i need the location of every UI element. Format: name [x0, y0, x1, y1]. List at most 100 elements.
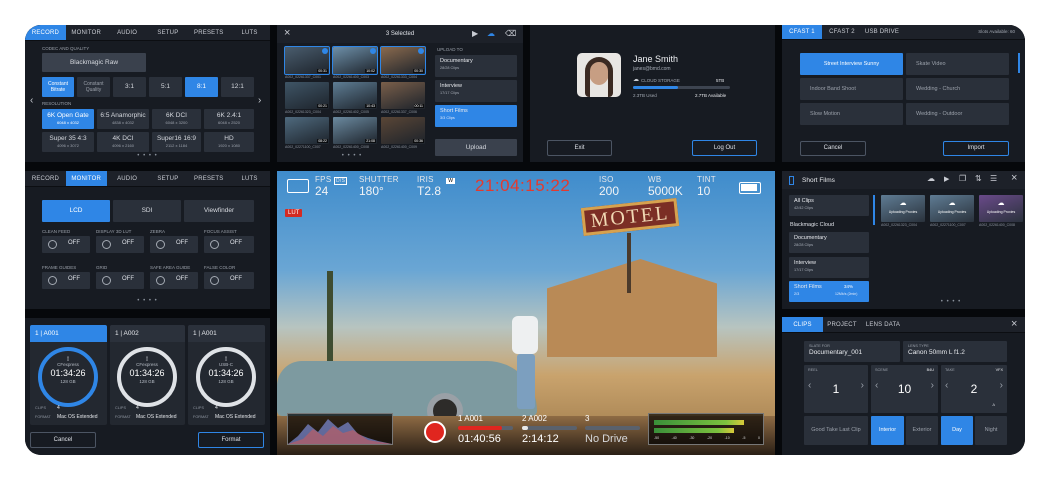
resolution-option[interactable]: Super16 16:9 2112 x 1184	[152, 132, 201, 152]
cloud-upload-icon[interactable]: ☁	[487, 29, 495, 38]
tab-cfast-1[interactable]: CFAST 1	[782, 25, 822, 39]
media-card[interactable]: 1 | A002 ▯ CFexpress 01:34:26 128 GB	[110, 325, 185, 425]
constant-bitrate-button[interactable]: Constant Bitrate	[42, 77, 74, 97]
constant-quality-button[interactable]: Constant Quality	[77, 77, 110, 97]
clip-thumbnail[interactable]: 08:22	[285, 117, 329, 144]
resolution-option[interactable]: 6:5 Anamorphic 4838 x 4032	[97, 109, 149, 129]
tab-presets[interactable]: PRESETS	[188, 25, 229, 40]
copy-icon[interactable]: ❐	[959, 174, 966, 183]
tab-clips[interactable]: CLIPS	[782, 317, 823, 332]
cancel-button[interactable]: Cancel	[800, 141, 866, 156]
preset-item[interactable]: Wedding - Outdoor	[906, 103, 1009, 125]
take-stepper[interactable]: TAKE VFX ‹ 2 A ›	[941, 365, 1007, 413]
cloud-folder-item[interactable]: Short Films 2/3 34% 12Mb/s (2min)	[789, 281, 869, 302]
clip-thumbnail[interactable]: ☁ Uploading Proxies	[930, 195, 974, 222]
format-button[interactable]: Format	[198, 432, 264, 448]
upload-button[interactable]: Upload	[435, 139, 517, 156]
tab-setup[interactable]: SETUP	[147, 171, 188, 186]
tab-lens-data[interactable]: LENS DATA	[861, 317, 905, 332]
cancel-button[interactable]: Cancel	[30, 432, 96, 448]
interior-button[interactable]: Interior	[871, 416, 904, 445]
cloud-folder-item[interactable]: Documentary 28/28 Clips	[789, 232, 869, 253]
codec-button[interactable]: Blackmagic Raw	[42, 53, 146, 72]
preset-item[interactable]: Wedding - Church	[906, 78, 1009, 100]
frame-guides-toggle[interactable]: OFF	[42, 272, 90, 289]
clip-thumbnail[interactable]: 00:21	[285, 82, 329, 109]
media-card[interactable]: 1 | A001 ▯ CFexpress 01:34:26 128 GB	[30, 325, 107, 425]
tab-usb-drive[interactable]: USB DRIVE	[862, 25, 902, 39]
night-button[interactable]: Night	[975, 416, 1007, 445]
lens-field[interactable]: LENS TYPE Canon 50mm L f1.2	[903, 341, 1007, 362]
sidebar-icon[interactable]	[789, 176, 794, 185]
chevron-right-icon[interactable]: ›	[931, 380, 934, 391]
cloud-icon[interactable]: ☁	[927, 174, 935, 183]
chevron-right-icon[interactable]: ›	[861, 380, 864, 391]
close-icon[interactable]: ×	[1011, 318, 1017, 330]
tab-luts[interactable]: LUTS	[229, 171, 270, 186]
clip-thumbnail[interactable]: 00:11	[381, 82, 425, 109]
safe-area-guide-toggle[interactable]: OFF	[150, 272, 198, 289]
clean-feed-toggle[interactable]: OFF	[42, 236, 90, 253]
ratio-5-1[interactable]: 5:1	[149, 77, 182, 97]
upload-folder-item[interactable]: Interview 17/17 Clips	[435, 80, 517, 102]
cloud-folder-item[interactable]: All Clips 42/42 Clips	[789, 195, 869, 216]
scrollbar[interactable]	[1018, 53, 1020, 73]
wb-readout[interactable]: WB 5000K	[648, 175, 683, 198]
chevron-right-icon[interactable]: ›	[1000, 380, 1003, 391]
media-card[interactable]: 1 | A001 ▯ USB-C 01:34:26 128 GB	[188, 325, 265, 425]
clip-thumbnail[interactable]: 00:31	[284, 46, 330, 75]
display-3d-lut-toggle[interactable]: OFF	[96, 236, 144, 253]
iso-readout[interactable]: ISO 200	[599, 175, 619, 198]
focus-assist-toggle[interactable]: OFF	[204, 236, 254, 253]
resolution-option[interactable]: Super 35 4:3 4096 x 3072	[42, 132, 94, 152]
upload-folder-item[interactable]: Short Films 3/3 Clips	[435, 105, 517, 127]
record-button[interactable]	[424, 421, 446, 443]
lut-badge[interactable]: LUT	[285, 209, 303, 217]
tab-monitor[interactable]: MONITOR	[65, 171, 107, 186]
scene-stepper[interactable]: SCENE B4U ‹ 10 ›	[871, 365, 938, 413]
clip-thumbnail[interactable]: ☁ Uploading Proxies	[979, 195, 1023, 222]
output-viewfinder[interactable]: Viewfinder	[184, 200, 254, 222]
preset-item[interactable]: Slow Motion	[800, 103, 903, 125]
output-lcd[interactable]: LCD	[42, 200, 110, 222]
good-take-button[interactable]: Good Take Last Clip	[804, 416, 868, 445]
output-sdi[interactable]: SDI	[113, 200, 181, 222]
resolution-option[interactable]: 4K DCI 4096 x 2160	[97, 132, 149, 152]
trash-icon[interactable]: ⌫	[505, 29, 516, 38]
slate-field[interactable]: SLATE FOR Documentary_001	[804, 341, 900, 362]
clip-thumbnail[interactable]: 00:36	[381, 117, 425, 144]
tab-audio[interactable]: AUDIO	[107, 171, 148, 186]
tab-record[interactable]: RECORD	[25, 25, 66, 40]
preset-item[interactable]: Indoor Band Shoot	[800, 78, 903, 100]
tab-monitor[interactable]: MONITOR	[66, 25, 107, 40]
day-button[interactable]: Day	[941, 416, 973, 445]
preset-item[interactable]: Street Interview Sunny	[800, 53, 903, 75]
chevron-right-icon[interactable]: ›	[258, 95, 261, 106]
tab-setup[interactable]: SETUP	[147, 25, 188, 40]
zebra-toggle[interactable]: OFF	[150, 236, 198, 253]
resolution-option[interactable]: 6K 2.4:1 6048 x 2520	[204, 109, 254, 129]
clip-thumbnail[interactable]: 00:30	[380, 46, 426, 75]
clip-thumbnail[interactable]: 21:08	[333, 117, 377, 144]
tab-luts[interactable]: LUTS	[229, 25, 270, 40]
tab-record[interactable]: RECORD	[25, 171, 66, 186]
frame-guide-icon[interactable]	[287, 179, 309, 193]
chevron-left-icon[interactable]: ‹	[30, 95, 33, 106]
tab-audio[interactable]: AUDIO	[107, 25, 148, 40]
sliders-icon[interactable]: ☰	[990, 174, 997, 183]
histogram[interactable]	[287, 413, 393, 445]
play-icon[interactable]: ▶	[944, 175, 949, 183]
ratio-12-1[interactable]: 12:1	[221, 77, 254, 97]
close-icon[interactable]: ×	[1011, 172, 1017, 184]
exit-button[interactable]: Exit	[547, 140, 612, 156]
import-button[interactable]: Import	[943, 141, 1009, 156]
play-icon[interactable]: ▶	[472, 29, 478, 38]
clip-thumbnail[interactable]: 10:43	[333, 82, 377, 109]
tab-presets[interactable]: PRESETS	[188, 171, 229, 186]
false-color-toggle[interactable]: OFF	[204, 272, 254, 289]
ratio-3-1[interactable]: 3:1	[113, 77, 146, 97]
reel-stepper[interactable]: REEL ‹ 1 ›	[804, 365, 868, 413]
clip-thumbnail[interactable]: 10:02	[332, 46, 378, 75]
resolution-option[interactable]: HD 1920 x 1080	[204, 132, 254, 152]
resolution-option[interactable]: 6K DCI 6048 x 3200	[152, 109, 201, 129]
